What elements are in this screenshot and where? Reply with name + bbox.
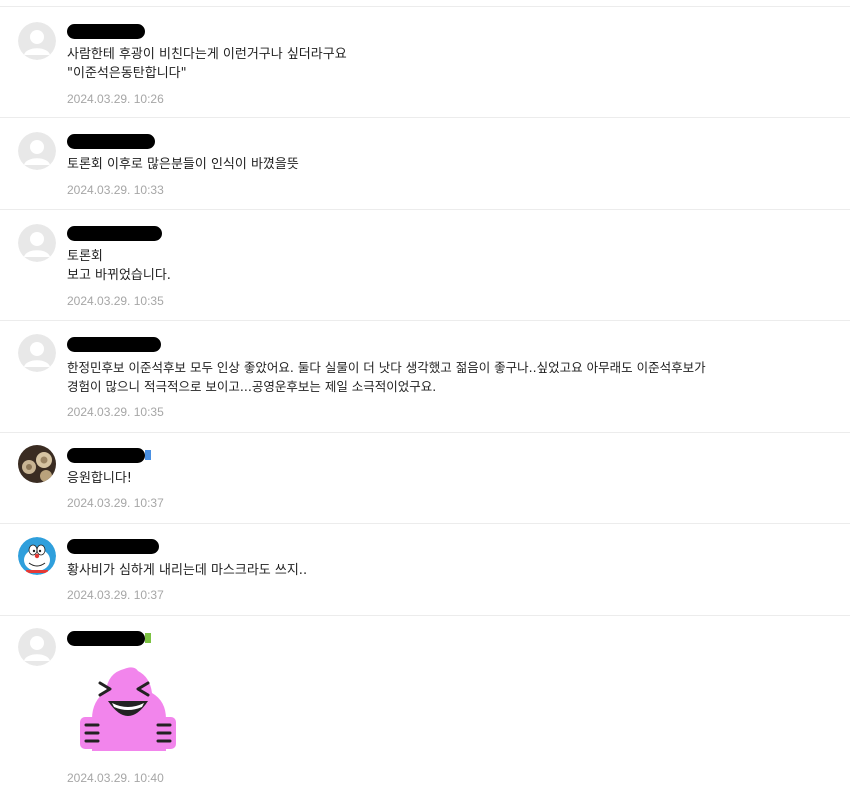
badge-icon	[145, 450, 151, 460]
laughing-pink-sticker	[80, 667, 176, 751]
default-avatar[interactable]	[18, 224, 56, 262]
comment-text: 한정민후보 이준석후보 모두 인상 좋았어요. 둘다 실물이 더 낫다 생각했고…	[67, 360, 706, 394]
comment-text: 토론회 이후로 많은분들이 인식이 바꼈을뜻	[67, 157, 299, 172]
comment-text: 토론회 보고 바뀌었습니다.	[67, 249, 171, 283]
default-avatar[interactable]	[18, 132, 56, 170]
redacted-nickname[interactable]	[67, 539, 159, 554]
comment-date: 2024.03.29. 10:35	[67, 405, 164, 419]
redacted-nickname[interactable]	[67, 226, 162, 241]
comment-item: 토론회 이후로 많은분들이 인식이 바꼈을뜻 2024.03.29. 10:33	[0, 117, 850, 209]
comment-item: 황사비가 심하게 내리는데 마스크라도 쓰지.. 2024.03.29. 10:…	[0, 523, 850, 615]
default-avatar[interactable]	[18, 628, 56, 666]
redacted-nickname[interactable]	[67, 448, 151, 463]
default-avatar[interactable]	[18, 334, 56, 372]
photo-avatar[interactable]	[18, 445, 56, 483]
default-avatar[interactable]	[18, 22, 56, 60]
comment-text: 응원합니다!	[67, 471, 133, 486]
redacted-nickname[interactable]	[67, 631, 151, 646]
redacted-nickname[interactable]	[67, 24, 145, 39]
comment-date: 2024.03.29. 10:37	[67, 588, 164, 602]
comment-text: 사람한테 후광이 비친다는게 이런거구나 싶더라구요 "이준석은동탄합니다"	[67, 47, 347, 81]
comment-item: 응원합니다! 2024.03.29. 10:37	[0, 432, 850, 523]
comment-item: 한정민후보 이준석후보 모두 인상 좋았어요. 둘다 실물이 더 낫다 생각했고…	[0, 320, 850, 432]
comment-date: 2024.03.29. 10:37	[67, 496, 164, 510]
comment-date: 2024.03.29. 10:33	[67, 183, 164, 197]
comment-text: 황사비가 심하게 내리는데 마스크라도 쓰지..	[67, 563, 308, 578]
redacted-nickname[interactable]	[67, 337, 161, 352]
cartoon-avatar[interactable]	[18, 537, 56, 575]
comment-date: 2024.03.29. 10:40	[67, 771, 164, 785]
redacted-nickname[interactable]	[67, 134, 155, 149]
comment-date: 2024.03.29. 10:26	[67, 92, 164, 106]
badge-icon	[145, 633, 151, 643]
comment-date: 2024.03.29. 10:35	[67, 294, 164, 308]
comment-item: 사람한테 후광이 비친다는게 이런거구나 싶더라구요 "이준석은동탄합니다" 2…	[0, 6, 850, 117]
comment-item: 토론회 보고 바뀌었습니다. 2024.03.29. 10:35	[0, 209, 850, 320]
